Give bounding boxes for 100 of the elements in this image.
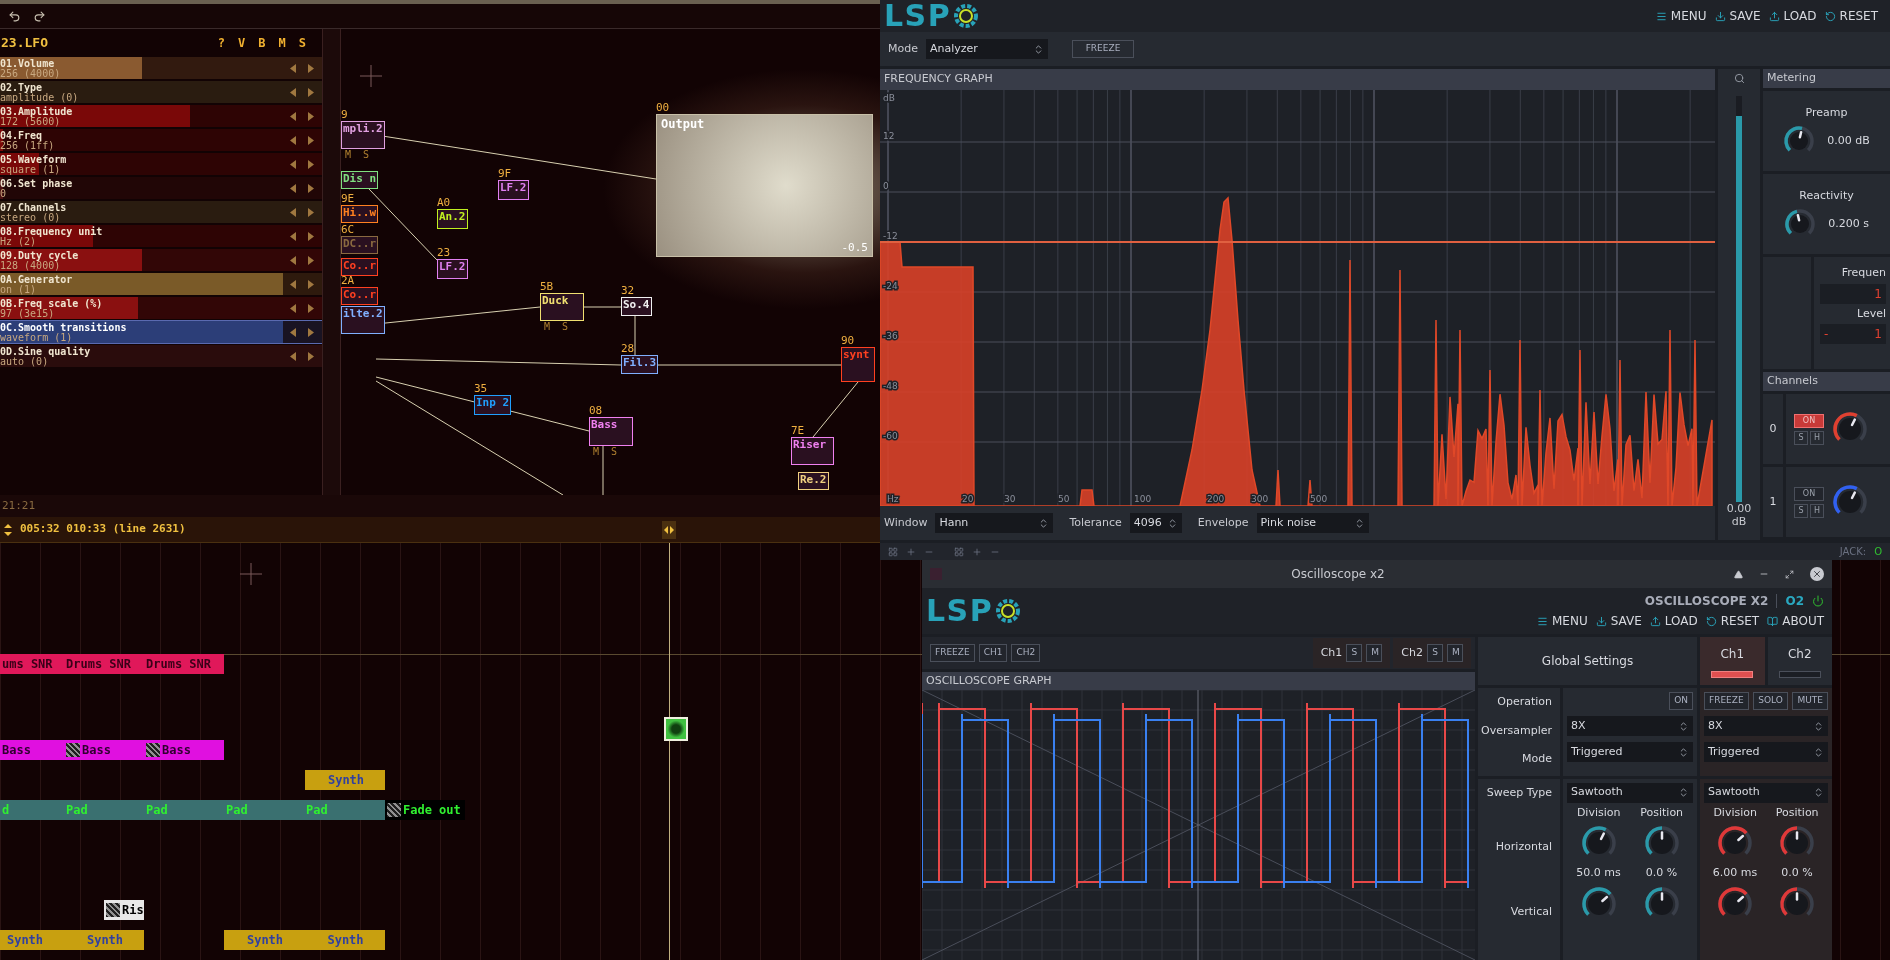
- clip[interactable]: Pad: [304, 800, 385, 820]
- menu-item[interactable]: RESET: [1839, 7, 1878, 25]
- redo-icon[interactable]: [33, 9, 46, 23]
- toggle-button[interactable]: SOLO: [1753, 692, 1788, 710]
- parameter-row[interactable]: 0D.Sine quality auto (0): [0, 345, 322, 367]
- menu-item[interactable]: LOAD: [1783, 7, 1817, 25]
- clip[interactable]: Bass: [144, 740, 224, 760]
- parameter-row[interactable]: 0A.Generator on (1): [0, 273, 322, 295]
- right-arrow-icon[interactable]: [308, 183, 314, 193]
- right-arrow-icon[interactable]: [308, 159, 314, 169]
- menu-item[interactable]: MENU: [1552, 612, 1588, 630]
- header-toggle[interactable]: V: [238, 34, 246, 52]
- parameter-row[interactable]: 09.Duty cycle 128 (4000): [0, 249, 322, 271]
- right-arrow-icon[interactable]: [308, 327, 314, 337]
- clip[interactable]: Drums SNR: [64, 654, 144, 674]
- right-arrow-icon[interactable]: [308, 303, 314, 313]
- clip[interactable]: Ris: [104, 900, 144, 920]
- node[interactable]: ilte.2: [341, 306, 385, 334]
- right-arrow-icon[interactable]: [308, 207, 314, 217]
- parameter-row[interactable]: 06.Set phase 0: [0, 177, 322, 199]
- channel-s-button[interactable]: S: [1794, 430, 1808, 445]
- left-arrow-icon[interactable]: [290, 327, 296, 337]
- node-toggle[interactable]: S: [562, 321, 569, 333]
- toggle-button[interactable]: FREEZE: [1704, 692, 1749, 710]
- left-arrow-icon[interactable]: [290, 279, 296, 289]
- clip[interactable]: Pad: [64, 800, 144, 820]
- parameter-row[interactable]: 08.Frequency unit Hz (2): [0, 225, 322, 247]
- node[interactable]: Duck: [540, 293, 584, 321]
- channel-tab[interactable]: Ch2: [1767, 637, 1832, 685]
- left-arrow-icon[interactable]: [290, 111, 296, 121]
- node-toggle[interactable]: M: [345, 149, 352, 161]
- node[interactable]: Inp 2: [474, 395, 512, 415]
- triangle-icon[interactable]: [1734, 569, 1743, 579]
- header-toggle[interactable]: M: [278, 34, 286, 52]
- node-toggle[interactable]: M: [544, 321, 551, 333]
- toggle-button[interactable]: CH1: [978, 644, 1008, 662]
- left-arrow-icon[interactable]: [290, 303, 296, 313]
- menu-item[interactable]: SAVE: [1729, 7, 1761, 25]
- dropdown[interactable]: 8X: [1567, 716, 1693, 736]
- left-arrow-icon[interactable]: [290, 255, 296, 265]
- playhead-handle[interactable]: [662, 521, 676, 539]
- channel-tab[interactable]: Ch1: [1700, 637, 1765, 685]
- zoom-icon[interactable]: [1733, 73, 1745, 84]
- channel-h-button[interactable]: H: [1810, 430, 1824, 445]
- node[interactable]: mpli.2: [341, 121, 385, 149]
- parameter-row[interactable]: 07.Channels stereo (0): [0, 201, 322, 223]
- parameter-row[interactable]: 0C.Smooth transitions waveform (1): [0, 321, 322, 343]
- node[interactable]: Hi..w: [341, 205, 379, 223]
- layout-icon[interactable]: [954, 546, 964, 557]
- toggle-button[interactable]: M: [1366, 644, 1383, 662]
- clip[interactable]: Bass: [64, 740, 144, 760]
- clip[interactable]: Synth: [304, 930, 385, 950]
- layout-icon[interactable]: [888, 546, 898, 557]
- node[interactable]: DC..r: [341, 236, 379, 254]
- header-toggle[interactable]: S: [298, 34, 306, 52]
- right-arrow-icon[interactable]: [308, 255, 314, 265]
- on-button[interactable]: ON: [1794, 486, 1824, 501]
- menu-item[interactable]: SAVE: [1610, 612, 1642, 630]
- menu-item[interactable]: MENU: [1670, 7, 1707, 25]
- header-toggle[interactable]: ?: [217, 34, 226, 52]
- node[interactable]: Co..r: [341, 258, 379, 276]
- right-arrow-icon[interactable]: [308, 135, 314, 145]
- dropdown[interactable]: Triggered: [1567, 742, 1693, 762]
- up-down-icon[interactable]: [4, 522, 12, 537]
- menu-item[interactable]: RESET: [1720, 612, 1760, 630]
- menu-item[interactable]: LOAD: [1664, 612, 1698, 630]
- freeze-button[interactable]: FREEZE: [1072, 40, 1134, 58]
- clip[interactable]: Bass: [0, 740, 64, 760]
- left-arrow-icon[interactable]: [290, 183, 296, 193]
- clip[interactable]: Fade out: [385, 800, 465, 820]
- channel-h-button[interactable]: H: [1810, 503, 1824, 518]
- dropdown[interactable]: 8X: [1704, 716, 1828, 736]
- left-arrow-icon[interactable]: [290, 231, 296, 241]
- node[interactable]: synt: [841, 347, 875, 382]
- toggle-button[interactable]: S: [1427, 644, 1443, 662]
- dropdown[interactable]: Analyzer: [926, 39, 1048, 59]
- node[interactable]: Fil.3: [621, 355, 659, 374]
- clip[interactable]: d: [0, 800, 64, 820]
- node-toggle[interactable]: S: [363, 149, 370, 161]
- dropdown[interactable]: 4096: [1129, 513, 1182, 533]
- left-arrow-icon[interactable]: [290, 207, 296, 217]
- power-icon[interactable]: [1812, 595, 1824, 607]
- dropdown[interactable]: Sawtooth: [1567, 782, 1693, 803]
- left-arrow-icon[interactable]: [290, 63, 296, 73]
- right-arrow-icon[interactable]: [308, 63, 314, 73]
- undo-icon[interactable]: [8, 9, 21, 23]
- toggle-button[interactable]: FREEZE: [930, 644, 975, 662]
- node[interactable]: Riser: [791, 437, 834, 465]
- node-toggle[interactable]: S: [611, 446, 618, 458]
- toggle-button[interactable]: M: [1447, 644, 1463, 662]
- clip[interactable]: Pad: [144, 800, 224, 820]
- left-arrow-icon[interactable]: [290, 87, 296, 97]
- right-arrow-icon[interactable]: [308, 111, 314, 121]
- parameter-row[interactable]: 01.Volume 256 (4000): [0, 57, 322, 79]
- clip[interactable]: Pad: [224, 800, 304, 820]
- node[interactable]: So.4: [621, 297, 652, 316]
- clip[interactable]: Synth: [0, 930, 64, 950]
- parameter-row[interactable]: 0B.Freq scale (%) 97 (3e15): [0, 297, 322, 319]
- node[interactable]: Co..r: [341, 287, 379, 305]
- left-arrow-icon[interactable]: [290, 351, 296, 361]
